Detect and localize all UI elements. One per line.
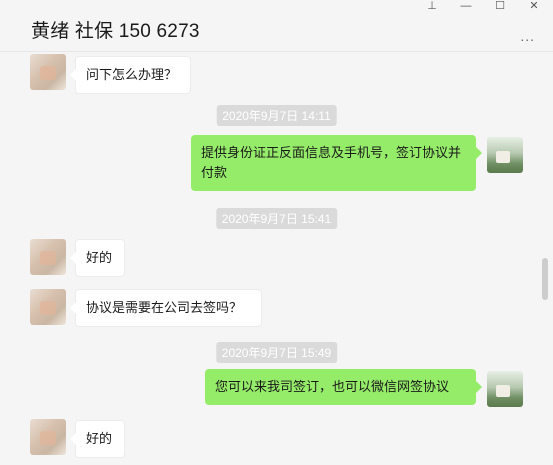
my-avatar[interactable] — [487, 371, 523, 407]
contact-avatar[interactable] — [30, 419, 66, 455]
timestamp: 2020年9月7日 15:41 — [215, 208, 338, 229]
minimize-icon[interactable]: — — [455, 0, 477, 14]
timestamp: 2020年9月7日 14:11 — [216, 105, 337, 126]
chat-title: 黄绪 社保 150 6273 — [31, 21, 200, 42]
incoming-message[interactable]: 好的 — [70, 420, 125, 458]
chat-header: 黄绪 社保 150 6273 ⊥ — ☐ ✕ ... — [0, 0, 553, 52]
pin-icon[interactable]: ⊥ — [421, 0, 443, 14]
maximize-icon[interactable]: ☐ — [489, 0, 511, 14]
incoming-message[interactable]: 问下怎么办理？ — [70, 56, 191, 94]
outgoing-message[interactable]: 提供身份证正反面信息及手机号，签订协议并付款 — [191, 135, 482, 191]
outgoing-message[interactable]: 您可以来我司签订，也可以微信网签协议 — [205, 369, 482, 405]
close-icon[interactable]: ✕ — [523, 0, 545, 14]
chat-scrollbar[interactable] — [542, 258, 548, 300]
contact-avatar[interactable] — [30, 239, 66, 275]
my-avatar[interactable] — [487, 137, 523, 173]
contact-avatar[interactable] — [30, 289, 66, 325]
contact-avatar[interactable] — [30, 54, 66, 90]
message-list[interactable]: 问下怎么办理？ 2020年9月7日 14:11 提供身份证正反面信息及手机号，签… — [0, 52, 553, 465]
timestamp: 2020年9月7日 15:49 — [215, 342, 338, 363]
incoming-message[interactable]: 好的 — [70, 239, 125, 277]
incoming-message[interactable]: 协议是需要在公司去签吗？ — [70, 289, 262, 327]
more-options-icon[interactable]: ... — [520, 29, 535, 43]
